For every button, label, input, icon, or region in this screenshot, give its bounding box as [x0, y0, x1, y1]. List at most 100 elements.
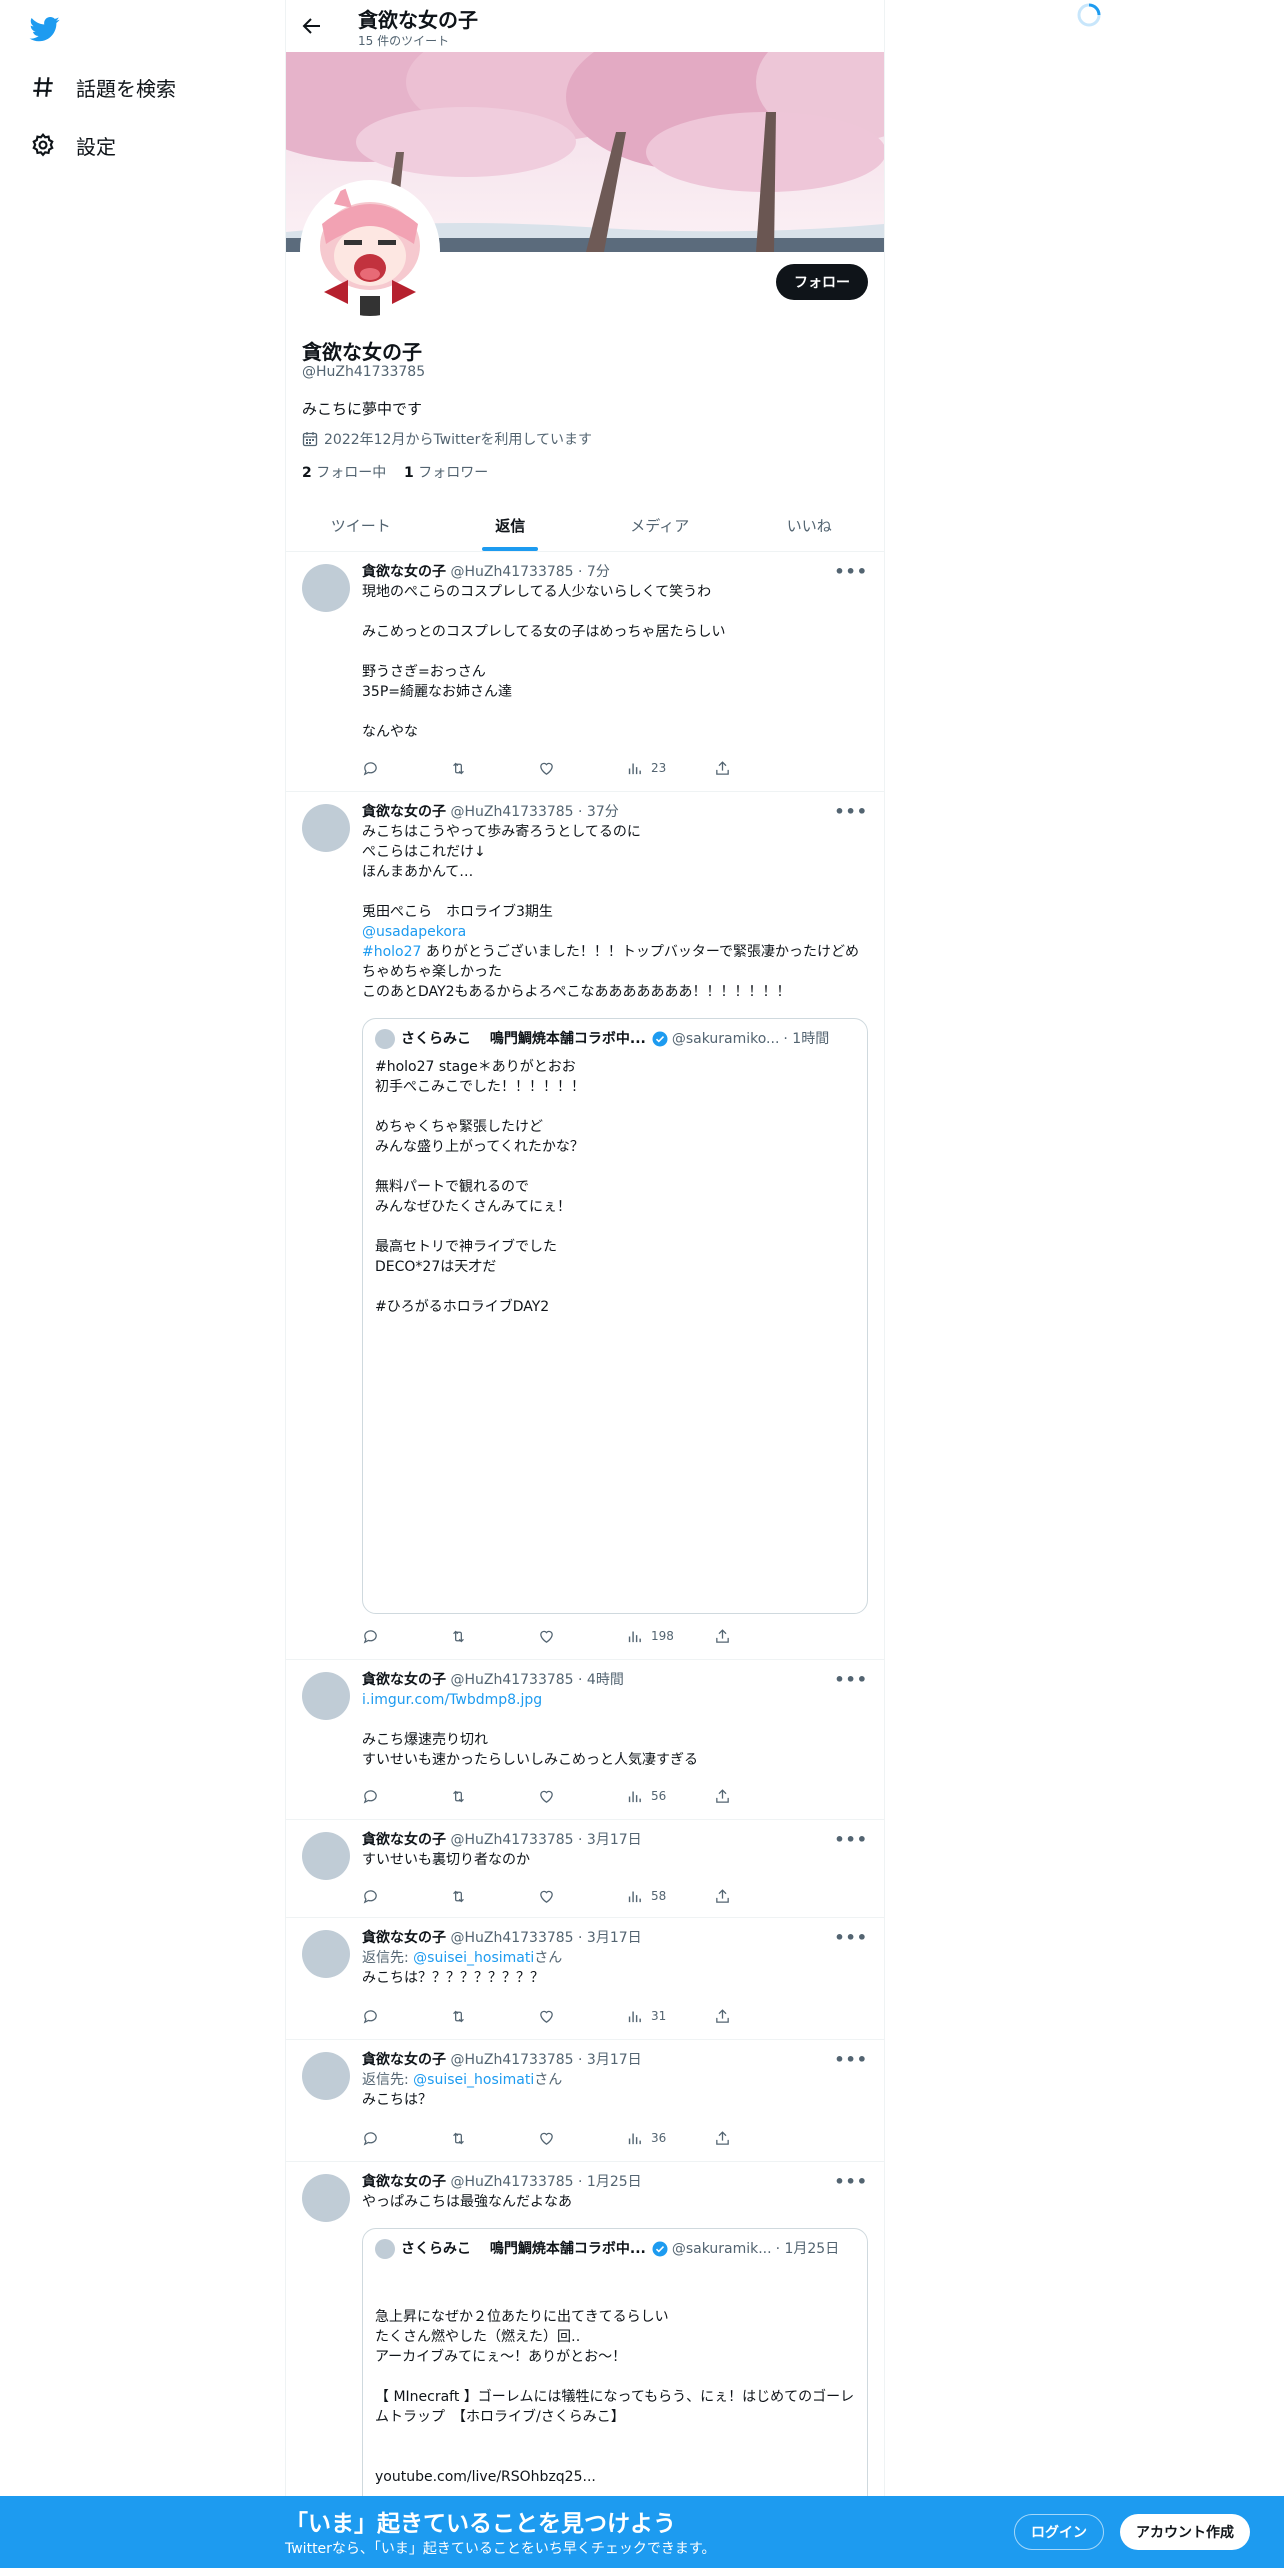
tweet-author-name[interactable]: 貪欲な女の子 [362, 564, 446, 580]
like-button[interactable] [538, 2006, 626, 2026]
reply-to-handle[interactable]: @suisei_hosimati [413, 1950, 534, 1966]
image-link[interactable]: i.imgur.com/Twbdmp8.jpg [362, 1690, 868, 1710]
more-options-icon[interactable]: ••• [834, 1670, 868, 1689]
tweet-time[interactable]: · 3月17日 [578, 2052, 642, 2068]
tweet-author-name[interactable]: 貪欲な女の子 [362, 804, 446, 820]
profile-name: 貪欲な女の子 [302, 340, 422, 364]
tweet-author-name[interactable]: 貪欲な女の子 [362, 2174, 446, 2190]
reply-button[interactable] [362, 1786, 450, 1806]
tweet[interactable]: 貪欲な女の子 @HuZh41733785 · 4時間 ••• i.imgur.c… [286, 1660, 884, 1820]
tweet-author-handle[interactable]: @HuZh41733785 [450, 564, 573, 580]
follow-button[interactable]: フォロー [776, 264, 868, 300]
tweet-time[interactable]: · 37分 [578, 804, 619, 820]
tweet-avatar[interactable] [302, 564, 350, 612]
share-button[interactable] [714, 1886, 802, 1906]
tweet-avatar[interactable] [302, 1672, 350, 1720]
share-button[interactable] [714, 1786, 802, 1806]
tweet-avatar[interactable] [302, 1832, 350, 1880]
share-button[interactable] [714, 2006, 802, 2026]
signup-button[interactable]: アカウント作成 [1120, 2514, 1250, 2550]
tweet[interactable]: 貪欲な女の子 @HuZh41733785 · 3月17日 ••• 返信先: @s… [286, 2040, 884, 2162]
tweet-author-name[interactable]: 貪欲な女の子 [362, 1832, 446, 1848]
more-options-icon[interactable]: ••• [834, 1928, 868, 1947]
tweet-text-tail: ありがとうございました！！！トップバッターで緊張凄かったけどめちゃめちゃ楽しかっ… [362, 944, 860, 1000]
tweet-author-handle[interactable]: @HuZh41733785 [450, 804, 573, 820]
reply-button[interactable] [362, 2006, 450, 2026]
tweet-time[interactable]: · 1月25日 [578, 2174, 642, 2190]
like-button[interactable] [538, 2128, 626, 2148]
like-button[interactable] [538, 758, 626, 778]
views-button[interactable]: 198 [626, 1626, 714, 1646]
share-button[interactable] [714, 758, 802, 778]
retweet-button[interactable] [450, 758, 538, 778]
views-button[interactable]: 58 [626, 1886, 714, 1906]
tweet-avatar[interactable] [302, 2174, 350, 2222]
tab-likes[interactable]: いいね [735, 500, 885, 551]
reply-button[interactable] [362, 1626, 450, 1646]
quoted-tweet[interactable]: さくらみこ 鳴門鯛焼本舗コラボ中... @sakuramiko... · 1時間… [362, 1018, 868, 1614]
tab-media[interactable]: メディア [585, 500, 735, 551]
views-chart-icon [628, 763, 641, 774]
tweet-time[interactable]: · 4時間 [578, 1672, 624, 1688]
tweet-author-handle[interactable]: @HuZh41733785 [450, 2174, 573, 2190]
views-button[interactable]: 36 [626, 2128, 714, 2148]
more-options-icon[interactable]: ••• [834, 1830, 868, 1849]
tweet-avatar[interactable] [302, 1930, 350, 1978]
tweet[interactable]: 貪欲な女の子 @HuZh41733785 · 7分 ••• 現地のぺこらのコスプ… [286, 552, 884, 792]
tweet-author-name[interactable]: 貪欲な女の子 [362, 1930, 446, 1946]
twitter-logo-icon[interactable] [28, 14, 62, 44]
tweet-time[interactable]: · 3月17日 [578, 1832, 642, 1848]
quoted-link[interactable]: youtube.com/live/RSOhbzq25... [375, 2467, 855, 2487]
tweet-time[interactable]: · 3月17日 [578, 1930, 642, 1946]
tweet-actions: 198 [362, 1626, 802, 1646]
back-arrow-icon[interactable] [300, 14, 324, 38]
tweet-body: 貪欲な女の子 @HuZh41733785 · 37分 ••• みこちはこうやって… [362, 802, 868, 1002]
tweet-author-handle[interactable]: @HuZh41733785 [450, 1672, 573, 1688]
followers-link[interactable]: 1 フォロワー [404, 465, 488, 481]
views-button[interactable]: 23 [626, 758, 714, 778]
like-button[interactable] [538, 1626, 626, 1646]
more-options-icon[interactable]: ••• [834, 2172, 868, 2191]
nav-explore[interactable]: 話題を検索 [30, 67, 176, 107]
more-options-icon[interactable]: ••• [834, 2050, 868, 2069]
mention-link[interactable]: @usadapekora [362, 922, 868, 942]
reply-button[interactable] [362, 758, 450, 778]
joined-text: 2022年12月からTwitterを利用しています [324, 432, 592, 448]
more-options-icon[interactable]: ••• [834, 802, 868, 821]
tab-tweets[interactable]: ツイート [286, 500, 436, 551]
like-button[interactable] [538, 1786, 626, 1806]
reply-to-handle[interactable]: @suisei_hosimati [413, 2072, 534, 2088]
tweet[interactable]: 貪欲な女の子 @HuZh41733785 · 3月17日 ••• 返信先: @s… [286, 1918, 884, 2040]
retweet-button[interactable] [450, 2006, 538, 2026]
retweet-button[interactable] [450, 1626, 538, 1646]
tab-replies[interactable]: 返信 [436, 500, 586, 551]
share-button[interactable] [714, 1626, 802, 1646]
like-button[interactable] [538, 1886, 626, 1906]
reply-button[interactable] [362, 2128, 450, 2148]
tweet[interactable]: 貪欲な女の子 @HuZh41733785 · 37分 ••• みこちはこうやって… [286, 792, 884, 1660]
reply-icon [363, 1629, 377, 1643]
tweet-time[interactable]: · 7分 [578, 564, 610, 580]
views-button[interactable]: 31 [626, 2006, 714, 2026]
login-button[interactable]: ログイン [1014, 2514, 1104, 2550]
nav-settings[interactable]: 設定 [30, 125, 116, 165]
hashtag-link[interactable]: #holo27 [362, 944, 421, 960]
retweet-button[interactable] [450, 2128, 538, 2148]
tweet-actions: 31 [362, 2006, 802, 2026]
views-button[interactable]: 56 [626, 1786, 714, 1806]
retweet-button[interactable] [450, 1786, 538, 1806]
more-options-icon[interactable]: ••• [834, 562, 868, 581]
tweet-author-handle[interactable]: @HuZh41733785 [450, 2052, 573, 2068]
tweet-avatar[interactable] [302, 2052, 350, 2100]
following-link[interactable]: 2 フォロー中 [302, 465, 386, 481]
profile-avatar[interactable] [300, 180, 440, 320]
share-button[interactable] [714, 2128, 802, 2148]
tweet-author-name[interactable]: 貪欲な女の子 [362, 2052, 446, 2068]
retweet-button[interactable] [450, 1886, 538, 1906]
tweet-author-name[interactable]: 貪欲な女の子 [362, 1672, 446, 1688]
tweet-avatar[interactable] [302, 804, 350, 852]
reply-button[interactable] [362, 1886, 450, 1906]
tweet-author-handle[interactable]: @HuZh41733785 [450, 1832, 573, 1848]
tweet[interactable]: 貪欲な女の子 @HuZh41733785 · 3月17日 ••• すいせいも裏切… [286, 1820, 884, 1918]
tweet-author-handle[interactable]: @HuZh41733785 [450, 1930, 573, 1946]
